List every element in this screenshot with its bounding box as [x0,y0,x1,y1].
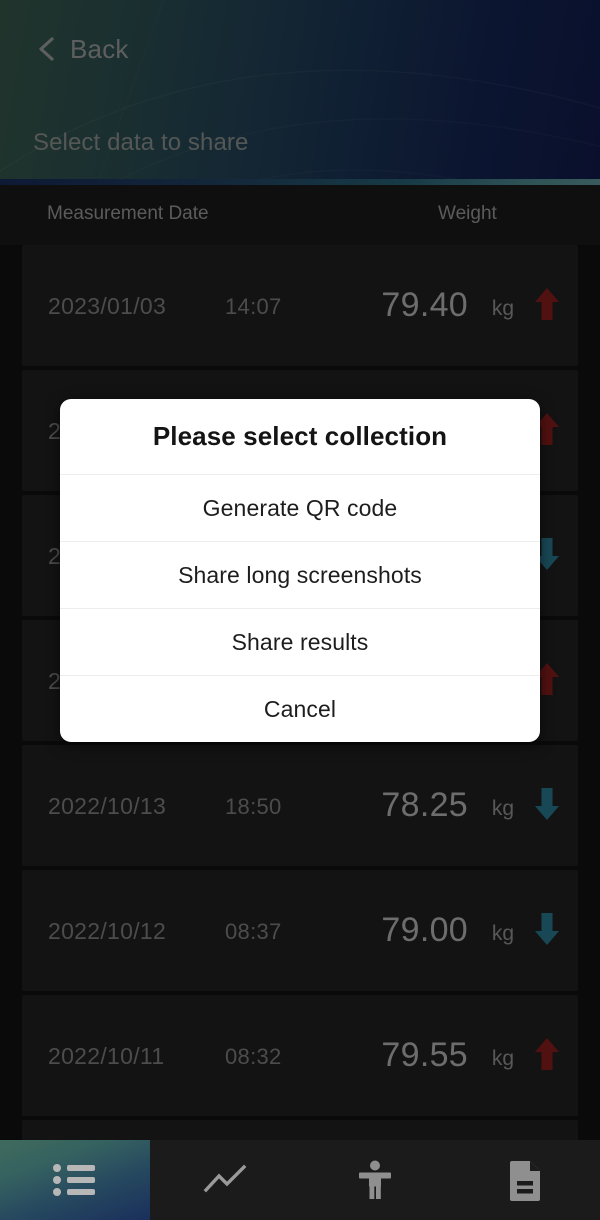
nav-tab-list[interactable] [0,1140,150,1220]
app-screen: Back Select data to share Measurement Da… [0,0,600,1220]
document-icon [510,1161,540,1201]
dialog-title: Please select collection [152,421,448,451]
nav-tab-document[interactable] [450,1140,600,1220]
dialog-option-share-long-screenshots[interactable]: Share long screenshots [60,541,540,608]
collection-dialog: Please select collection Generate QR cod… [60,399,540,742]
nav-tab-trend[interactable] [150,1140,300,1220]
nav-tab-body[interactable] [300,1140,450,1220]
body-person-icon [359,1160,391,1199]
dialog-option-share-results[interactable]: Share results [60,608,540,675]
list-icon [53,1164,95,1196]
dialog-option-generate-qr-code[interactable]: Generate QR code [60,474,540,541]
bottom-navigation-bar [0,1140,600,1220]
dialog-option-cancel[interactable]: Cancel [60,675,540,742]
trend-line-icon [203,1164,247,1193]
